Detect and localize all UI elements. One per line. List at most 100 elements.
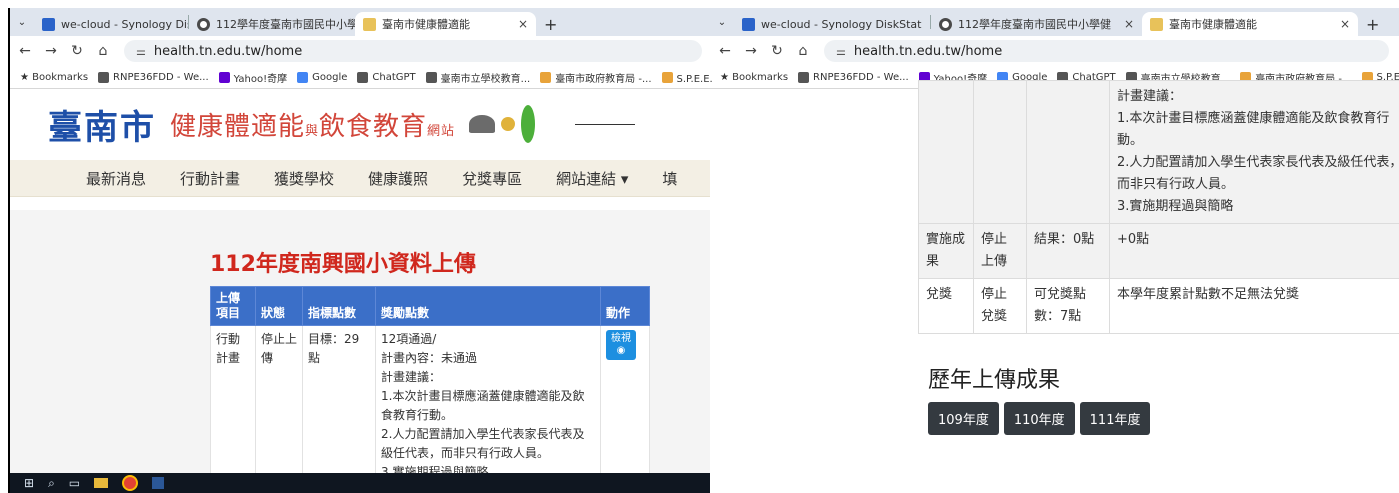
main-menu: 最新消息 行動計畫 獲獎學校 健康護照 兌獎專區 網站連結 ▾ 填 bbox=[10, 160, 712, 197]
new-tab-icon[interactable]: + bbox=[1358, 12, 1387, 36]
menu-item-health-passport[interactable]: 健康護照 bbox=[368, 168, 428, 189]
url-text: health.tn.edu.tw/home bbox=[153, 43, 303, 59]
url-text: health.tn.edu.tw/home bbox=[853, 43, 1003, 59]
tab-search-chevron-icon[interactable]: ⌄ bbox=[10, 8, 34, 36]
content-area: 112年度南興國小資料上傳 上傳項目 狀態 指標點數 獎勵點數 動作 行動計畫 … bbox=[10, 210, 712, 487]
bookmark-item[interactable]: RNPE36FDD - We... bbox=[98, 71, 209, 83]
header-action: 動作 bbox=[600, 286, 650, 326]
word-taskbar-icon[interactable] bbox=[152, 477, 165, 489]
tab-health-active[interactable]: 臺南市健康體適能 × bbox=[355, 12, 536, 36]
tab-school-year[interactable]: 112學年度臺南市國民中小學健 × bbox=[931, 12, 1142, 36]
windows-taskbar: ⊞ ⌕ ▭ bbox=[10, 473, 712, 493]
tab-synology[interactable]: we-cloud - Synology DiskStat × bbox=[734, 12, 930, 36]
page-title: 112年度南興國小資料上傳 bbox=[210, 252, 476, 277]
tab-search-chevron-icon[interactable]: ⌄ bbox=[710, 8, 734, 36]
menu-item-action-plan[interactable]: 行動計畫 bbox=[180, 168, 240, 189]
cell-reward: 本學年度累計點數不足無法兌獎 bbox=[1109, 278, 1399, 334]
tab-bar: ⌄ we-cloud - Synology DiskStat × 112學年度臺… bbox=[710, 8, 1399, 36]
reload-icon[interactable]: ↻ bbox=[766, 43, 788, 59]
cell-status: 停止上傳 bbox=[255, 325, 303, 487]
cell-points: 結果：0點 bbox=[1026, 223, 1110, 279]
close-icon[interactable]: × bbox=[1332, 17, 1350, 31]
year-button-111[interactable]: 111年度 bbox=[1079, 402, 1151, 435]
site-settings-icon[interactable]: ⚌ bbox=[836, 45, 846, 58]
site-settings-icon[interactable]: ⚌ bbox=[136, 45, 146, 58]
health-site-icon bbox=[1150, 17, 1163, 31]
cell-item: 實施成果 bbox=[918, 223, 974, 279]
task-view-icon[interactable]: ▭ bbox=[69, 476, 80, 490]
cell-target: 目標：29點 bbox=[302, 325, 376, 487]
cell-action: 檢視 ◉ bbox=[600, 325, 650, 487]
close-icon[interactable]: × bbox=[510, 17, 528, 31]
bookmark-item[interactable]: S.P.E.E.D.公文線上... bbox=[661, 70, 712, 85]
bookmark-item[interactable]: 臺南市立學校教育... bbox=[425, 70, 530, 85]
cell-points: 可兌獎點數：7點 bbox=[1026, 278, 1110, 334]
cell-item: 行動計畫 bbox=[210, 325, 256, 487]
eye-icon: ◉ bbox=[616, 345, 626, 356]
windows-start-icon[interactable]: ⊞ bbox=[24, 476, 34, 490]
left-browser-window: ⌄ we-cloud - Synology DiskStat × 112學年度臺… bbox=[8, 8, 712, 493]
tab-health-active[interactable]: 臺南市健康體適能 × bbox=[1142, 12, 1358, 36]
table-row: 行動計畫 停止上傳 目標：29點 12項通過/ 計畫內容：未通過 計畫建議： 1… bbox=[210, 325, 650, 487]
header-target-points: 指標點數 bbox=[302, 286, 376, 326]
logo-main: 臺南市 bbox=[48, 107, 156, 148]
menu-item-links[interactable]: 網站連結 ▾ bbox=[556, 168, 628, 189]
tab-label: 臺南市健康體適能 bbox=[382, 18, 470, 31]
cell-reward: 12項通過/ 計畫內容：未通過 計畫建議： 1.本次計畫目標應涵蓋健康體適能及飲… bbox=[375, 325, 601, 487]
upload-table-continued: 計畫建議： 1.本次計畫目標應涵蓋健康體適能及飲食教育行動。 2.人力配置請加入… bbox=[918, 80, 1399, 334]
forward-icon[interactable]: → bbox=[740, 43, 762, 59]
reload-icon[interactable]: ↻ bbox=[66, 43, 88, 59]
bookmark-item[interactable]: Yahoo!奇摩 bbox=[218, 70, 287, 85]
header-upload-item: 上傳項目 bbox=[210, 286, 256, 326]
chrome-icon bbox=[197, 17, 210, 31]
logo-sub: 健康體適能與飲食教育網站 bbox=[170, 111, 456, 142]
home-icon[interactable]: ⌂ bbox=[92, 43, 114, 59]
header-status: 狀態 bbox=[255, 286, 303, 326]
menu-item-redeem[interactable]: 兌獎專區 bbox=[462, 168, 522, 189]
table-row: 計畫建議： 1.本次計畫目標應涵蓋健康體適能及飲食教育行動。 2.人力配置請加入… bbox=[918, 80, 1399, 224]
upload-table: 上傳項目 狀態 指標點數 獎勵點數 動作 行動計畫 停止上傳 目標：29點 12… bbox=[210, 286, 650, 487]
url-field[interactable]: ⚌ health.tn.edu.tw/home bbox=[824, 40, 1389, 62]
year-button-group: 109年度 110年度 111年度 bbox=[928, 402, 1155, 435]
cell-item: 兌獎 bbox=[918, 278, 974, 334]
file-explorer-icon[interactable] bbox=[94, 478, 109, 488]
bookmarks-bar: ★ Bookmarks RNPE36FDD - We... Yahoo!奇摩 G… bbox=[10, 66, 712, 89]
url-field[interactable]: ⚌ health.tn.edu.tw/home bbox=[124, 40, 702, 62]
new-tab-icon[interactable]: + bbox=[536, 12, 565, 36]
bookmark-item[interactable]: ChatGPT bbox=[357, 71, 416, 83]
year-button-109[interactable]: 109年度 bbox=[928, 402, 999, 435]
bookmark-item[interactable]: RNPE36FDD - We... bbox=[798, 71, 909, 83]
chrome-taskbar-icon[interactable] bbox=[122, 475, 139, 491]
tab-school-year[interactable]: 112學年度臺南市國民中小學健 × bbox=[189, 12, 355, 36]
dsm-icon bbox=[742, 17, 755, 31]
header-reward-points: 獎勵點數 bbox=[375, 286, 601, 326]
back-icon[interactable]: ← bbox=[714, 43, 736, 59]
tab-synology[interactable]: we-cloud - Synology DiskStat × bbox=[34, 12, 188, 36]
home-icon[interactable]: ⌂ bbox=[792, 43, 814, 59]
cell-plan-suggestion: 計畫建議： 1.本次計畫目標應涵蓋健康體適能及飲食教育行動。 2.人力配置請加入… bbox=[1109, 80, 1399, 224]
cell-status: 停止上傳 bbox=[973, 223, 1027, 279]
tab-bar: ⌄ we-cloud - Synology DiskStat × 112學年度臺… bbox=[10, 8, 712, 36]
back-icon[interactable]: ← bbox=[14, 43, 36, 59]
content-area: 計畫建議： 1.本次計畫目標應涵蓋健康體適能及飲食教育行動。 2.人力配置請加入… bbox=[710, 80, 1399, 493]
menu-item-news[interactable]: 最新消息 bbox=[86, 168, 146, 189]
tab-label: 臺南市健康體適能 bbox=[1169, 18, 1257, 31]
site-logo[interactable]: 臺南市 健康體適能與飲食教育網站 bbox=[10, 88, 712, 160]
close-icon[interactable]: × bbox=[1116, 17, 1134, 31]
tab-label: 112學年度臺南市國民中小學健 bbox=[216, 18, 355, 31]
year-button-110[interactable]: 110年度 bbox=[1003, 402, 1075, 435]
bookmark-item[interactable]: ★ Bookmarks bbox=[720, 72, 788, 83]
menu-item-fill[interactable]: 填 bbox=[662, 168, 677, 189]
bookmark-item[interactable]: 臺南市政府教育局 -... bbox=[540, 70, 652, 85]
address-bar-row: ← → ↻ ⌂ ⚌ health.tn.edu.tw/home bbox=[10, 36, 712, 66]
mascot-icon bbox=[469, 105, 536, 143]
page-header: 臺南市 健康體適能與飲食教育網站 最新消息 行動計畫 獲獎學校 健康護照 兌獎專… bbox=[10, 88, 712, 197]
menu-item-award-schools[interactable]: 獲獎學校 bbox=[274, 168, 334, 189]
forward-icon[interactable]: → bbox=[40, 43, 62, 59]
bookmark-item[interactable]: Google bbox=[297, 71, 347, 83]
health-site-icon bbox=[363, 17, 376, 31]
search-icon[interactable]: ⌕ bbox=[48, 476, 55, 491]
view-button[interactable]: 檢視 ◉ bbox=[606, 330, 636, 360]
close-icon[interactable]: × bbox=[921, 17, 930, 31]
bookmark-item[interactable]: ★ Bookmarks bbox=[20, 72, 88, 83]
